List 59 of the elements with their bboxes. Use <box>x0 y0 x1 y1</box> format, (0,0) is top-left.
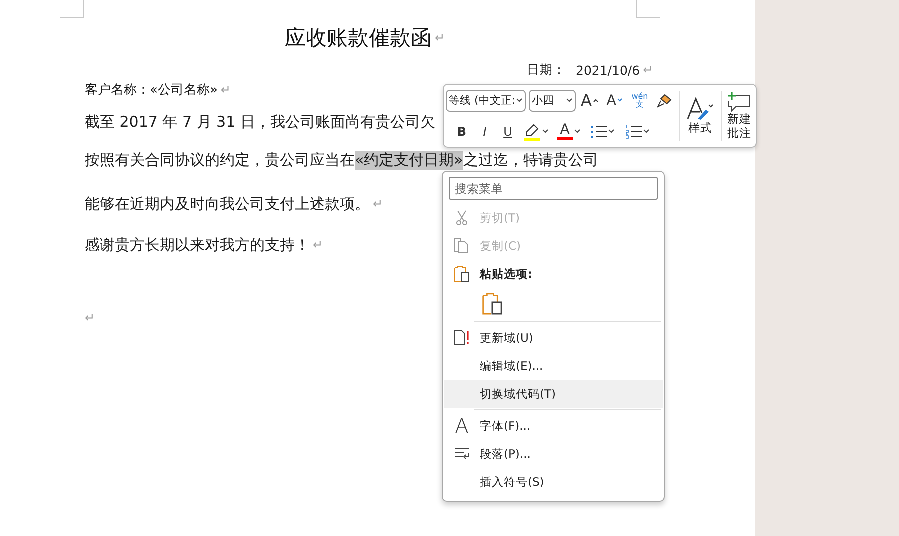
document-title: 应收账款催款函 <box>284 25 432 52</box>
page-alert-icon <box>454 330 470 346</box>
phonetic-guide-button[interactable]: wén 文 <box>629 88 651 112</box>
caret-icon <box>643 129 650 134</box>
bullet-list-icon <box>591 124 607 138</box>
menu-item[interactable]: A 字体(F)... <box>444 412 663 440</box>
scissors-icon <box>456 210 468 226</box>
paragraph-text: 感谢贵方长期以来对我方的支持！ <box>85 236 310 254</box>
paragraph-mark: ↵ <box>434 31 446 45</box>
merge-field: «约定支付日期» <box>355 150 464 170</box>
underline-button[interactable]: U <box>498 120 518 144</box>
font-color-button[interactable]: A <box>554 120 584 144</box>
menu-item[interactable]: 段落(P)... <box>444 440 663 468</box>
shrink-font-button[interactable]: A <box>604 88 626 112</box>
bold-button[interactable]: B <box>452 120 472 144</box>
menu-item[interactable]: 切换域代码(T) <box>444 380 663 408</box>
styles-icon <box>686 96 714 121</box>
grow-font-button[interactable]: A <box>579 88 601 112</box>
menu-item[interactable]: 更新域(U) <box>444 324 663 352</box>
paintbrush-icon <box>657 92 673 108</box>
caret-up-icon <box>592 98 599 103</box>
font-size-dropdown[interactable]: 小四 <box>529 90 576 112</box>
menu-item[interactable]: 编辑域(E)... <box>444 352 663 380</box>
new-comment-button[interactable]: 新建批注 <box>724 85 754 147</box>
font-dropdown[interactable]: 等线 (中文正: <box>446 90 526 112</box>
paragraph-mark: ↵ <box>85 311 96 325</box>
caret-icon <box>574 129 581 134</box>
paragraph-text: 之过迄，特请贵公司 <box>463 150 598 170</box>
search-field[interactable]: 搜索菜单 <box>449 177 658 200</box>
caret-icon <box>542 129 549 134</box>
clipboard-icon <box>454 265 470 283</box>
numbered-list-icon <box>626 124 642 138</box>
paragraph-text: 客户名称：«公司名称» <box>85 82 218 99</box>
paragraph-mark: ↵ <box>313 238 324 252</box>
copy-icon <box>454 238 470 254</box>
crop-mark <box>636 0 660 18</box>
menu-header: 粘贴选项: <box>480 266 533 282</box>
paragraph-text: 按照有关合同协议的约定，贵公司应当在 <box>85 150 355 170</box>
clipboard-icon <box>482 292 503 316</box>
paragraph-text: 能够在近期内及时向我公司支付上述款项。 <box>85 194 370 214</box>
paragraph-mark: ↵ <box>220 83 231 97</box>
paragraph-text: 截至 2017 年 7 月 31 日，我公司账面尚有贵公司欠 <box>85 112 436 132</box>
comment-add-icon <box>727 92 752 112</box>
caret-icon <box>516 98 523 103</box>
paste-option-button[interactable] <box>482 292 503 316</box>
italic-button[interactable]: I <box>475 120 495 144</box>
date-label: 日期： <box>527 62 566 78</box>
paragraph-mark: ↵ <box>643 63 654 77</box>
styles-button[interactable]: 样式 <box>682 85 718 147</box>
date-value: 2021/10/6 <box>576 62 640 78</box>
caret-icon <box>566 98 573 103</box>
crop-mark <box>60 0 84 18</box>
caret-down-icon <box>617 98 624 103</box>
paragraph-icon <box>454 448 470 460</box>
caret-icon <box>608 129 615 134</box>
menu-item[interactable]: 插入符号(S) <box>444 468 663 496</box>
font-icon: A <box>455 416 469 436</box>
paragraph-mark: ↵ <box>373 197 384 211</box>
highlighter-icon <box>523 122 541 140</box>
